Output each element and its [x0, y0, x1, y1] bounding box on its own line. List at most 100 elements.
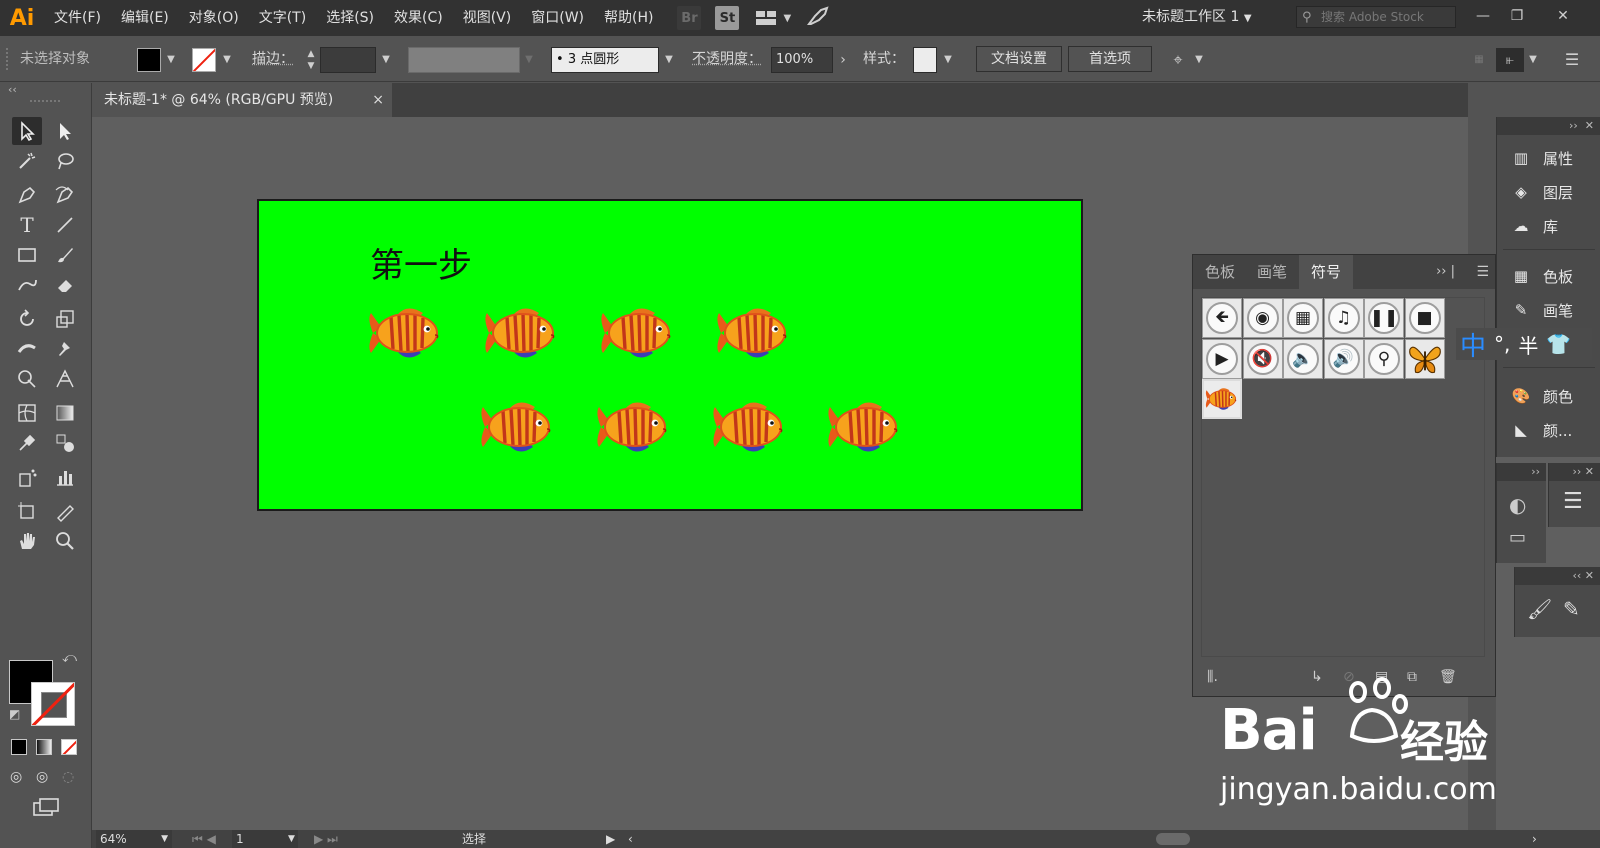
rectangle-tool-icon[interactable]	[12, 241, 42, 269]
stop-icon[interactable]: ■	[1404, 298, 1445, 338]
symbol-options-icon[interactable]: ▤	[1375, 669, 1388, 685]
panel-menu-icon[interactable]: ☰	[1562, 48, 1582, 72]
opacity-field[interactable]: 100%	[771, 47, 833, 73]
magic-wand-tool-icon[interactable]	[12, 147, 42, 175]
slice-tool-icon[interactable]	[50, 497, 80, 525]
menu-object[interactable]: 对象(O)	[179, 0, 249, 36]
fish-symbol-instance[interactable]	[715, 305, 793, 361]
puppet-warp-tool-icon[interactable]	[50, 335, 80, 363]
volume-high-icon[interactable]: 🔊	[1323, 338, 1364, 379]
artboard-dropdown-icon[interactable]: ▼	[288, 830, 295, 848]
graphic-styles-icon[interactable]: ✎	[1563, 597, 1580, 621]
first-artboard-icon[interactable]: ⏮ ◀	[192, 830, 216, 848]
stroke-weight-dropdown[interactable]: ▼	[378, 48, 394, 72]
eyedropper-tool-icon[interactable]	[12, 429, 42, 457]
direct-selection-tool-icon[interactable]	[50, 117, 80, 145]
ime-width-toggle[interactable]: 半	[1518, 330, 1538, 359]
gradient-mode-icon[interactable]	[36, 739, 52, 755]
workspace-switcher[interactable]: 未标题工作区 1 ▼	[1142, 0, 1252, 36]
dock-header[interactable]: ›› ✕	[1497, 117, 1600, 135]
none-mode-icon[interactable]	[61, 739, 77, 755]
brush-dropdown[interactable]: ▼	[661, 48, 677, 72]
align-dropdown[interactable]: ▼	[1526, 48, 1540, 72]
dock-color[interactable]: 🎨 颜色	[1497, 379, 1600, 413]
stroke-weight-stepper[interactable]: ▲ ▼	[304, 48, 318, 72]
menu-window[interactable]: 窗口(W)	[521, 0, 594, 36]
curvature-tool-icon[interactable]	[50, 181, 80, 209]
document-tab[interactable]: 未标题-1* @ 64% (RGB/GPU 预览) ×	[92, 83, 392, 117]
stroke-color-box[interactable]	[31, 682, 75, 726]
dock-layers[interactable]: ◈ 图层	[1497, 175, 1600, 209]
butterfly-icon[interactable]	[1404, 338, 1445, 379]
menu-select[interactable]: 选择(S)	[316, 0, 384, 36]
document-setup-button[interactable]: 文档设置	[976, 46, 1062, 72]
tab-brushes[interactable]: 画笔	[1245, 255, 1299, 289]
stock-search-input[interactable]: ⚲ 搜索 Adobe Stock	[1296, 6, 1456, 28]
draw-normal-icon[interactable]: ◎	[10, 769, 22, 785]
play-icon[interactable]: ▶	[1202, 338, 1242, 379]
mesh-tool-icon[interactable]	[12, 399, 42, 427]
brush-definition-field[interactable]: • 3 点圆形	[551, 47, 659, 73]
mini-panel-header[interactable]: ‹‹ ✕	[1515, 567, 1600, 585]
music-note-icon[interactable]: ♫	[1323, 298, 1364, 338]
arrange-documents-icon[interactable]: ▼	[755, 9, 791, 27]
new-symbol-icon[interactable]: ⧉	[1407, 669, 1417, 685]
control-bar-grip[interactable]	[6, 48, 10, 70]
mini-panel-header[interactable]: ›› ✕	[1549, 463, 1600, 481]
fish-symbol-instance[interactable]	[483, 305, 561, 361]
volume-low-icon[interactable]: 🔈	[1283, 338, 1323, 379]
fish-symbol-instance[interactable]	[367, 305, 445, 361]
fill-swatch[interactable]	[137, 48, 161, 72]
collapse-toolbar-icon[interactable]: ‹‹	[8, 83, 17, 96]
minimize-button[interactable]: —	[1468, 4, 1498, 28]
fish-symbol-instance[interactable]	[595, 399, 673, 455]
pause-icon[interactable]: ❚❚	[1364, 298, 1404, 338]
menu-file[interactable]: 文件(F)	[44, 0, 111, 36]
eraser-tool-icon[interactable]	[50, 271, 80, 299]
rotate-tool-icon[interactable]	[12, 305, 42, 333]
tropical-fish-icon[interactable]	[1202, 379, 1242, 419]
horizontal-scrollbar-thumb[interactable]	[1156, 833, 1190, 845]
fish-symbol-instance[interactable]	[599, 305, 677, 361]
shape-builder-tool-icon[interactable]	[12, 365, 42, 393]
magnifier-icon[interactable]: ⚲	[1364, 338, 1404, 379]
dock-libraries[interactable]: ☁ 库	[1497, 209, 1600, 243]
symbol-libraries-icon[interactable]: ⫼.	[1207, 669, 1218, 685]
transparency-icon[interactable]: ◐	[1509, 493, 1526, 517]
profile-dropdown[interactable]: ▼	[522, 48, 536, 72]
default-fill-stroke-icon[interactable]: ◩	[9, 707, 20, 721]
color-mode-icon[interactable]	[11, 739, 27, 755]
toolbar-grip[interactable]	[30, 100, 60, 104]
blend-tool-icon[interactable]	[50, 429, 80, 457]
selection-tool-icon[interactable]	[12, 117, 42, 145]
panel-expand-icon[interactable]: ›› |	[1436, 255, 1455, 289]
hand-tool-icon[interactable]	[12, 527, 42, 555]
puppet-warp-icon[interactable]: ⌖	[1164, 48, 1192, 72]
stroke-swatch[interactable]	[192, 48, 216, 72]
ime-skin-icon[interactable]: 👕	[1546, 332, 1571, 356]
break-link-icon[interactable]: ⊘	[1343, 669, 1355, 685]
width-tool-icon[interactable]	[12, 335, 42, 363]
grid-align-icon[interactable]: ▦	[1470, 48, 1488, 72]
menu-help[interactable]: 帮助(H)	[594, 0, 663, 36]
change-screen-mode-icon[interactable]	[32, 797, 60, 823]
artboard-tool-icon[interactable]	[12, 497, 42, 525]
align-menu-icon[interactable]: ☰	[1563, 489, 1583, 514]
graphic-style-swatch[interactable]	[913, 47, 937, 73]
step-title[interactable]: 第一步	[370, 238, 472, 287]
lasso-tool-icon[interactable]	[50, 147, 80, 175]
ime-toolbar[interactable]: 中 °, 半 👕	[1456, 328, 1592, 362]
dock-color-guide[interactable]: ◣ 颜...	[1497, 413, 1600, 447]
opacity-expand-icon[interactable]: ›	[835, 48, 851, 72]
stroke-label[interactable]: 描边：	[252, 36, 294, 82]
brush-panel-icon[interactable]: 🖌	[1527, 597, 1552, 621]
panel-options-icon[interactable]: ☰	[1476, 255, 1489, 289]
fish-symbol-instance[interactable]	[711, 399, 789, 455]
menu-type[interactable]: 文字(T)	[249, 0, 316, 36]
dock-swatches[interactable]: ▦ 色板	[1497, 259, 1600, 293]
zoom-tool-icon[interactable]	[50, 527, 80, 555]
gpu-performance-icon[interactable]	[807, 5, 829, 31]
restore-button[interactable]: ❐	[1502, 4, 1532, 28]
ime-punctuation-toggle[interactable]: °,	[1494, 332, 1510, 356]
draw-behind-icon[interactable]: ◎	[36, 769, 48, 785]
